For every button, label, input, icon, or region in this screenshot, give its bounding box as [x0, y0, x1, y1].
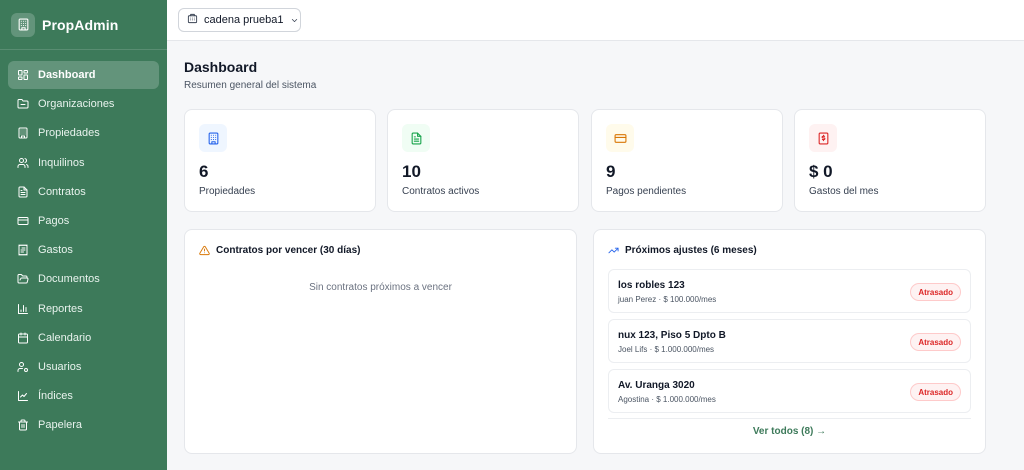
- status-badge: Atrasado: [910, 333, 961, 351]
- sidebar-item-label: Propiedades: [38, 127, 100, 140]
- sidebar-item-label: Dashboard: [38, 69, 96, 81]
- stat-card-propiedades[interactable]: 6 Propiedades: [184, 109, 376, 212]
- see-all-link[interactable]: Ver todos (8) →: [594, 426, 985, 437]
- sidebar-item-dashboard[interactable]: Dashboard: [8, 61, 159, 89]
- stat-card-pagos-pendientes[interactable]: 9 Pagos pendientes: [591, 109, 783, 212]
- organization-selector-label: cadena prueba1: [204, 14, 284, 26]
- adjustment-detail: juan Perez · $ 100.000/mes: [618, 295, 717, 304]
- sidebar-item-papelera[interactable]: Papelera: [8, 411, 159, 439]
- stat-label: Pagos pendientes: [606, 186, 687, 197]
- layout-dashboard-icon: [17, 69, 29, 81]
- list-item[interactable]: nux 123, Piso 5 Dpto B Joel Lifs · $ 1.0…: [608, 319, 971, 363]
- file-text-icon: [17, 186, 29, 198]
- user-cog-icon: [17, 361, 29, 373]
- stat-card-gastos-del-mes[interactable]: $ 0 Gastos del mes: [794, 109, 986, 212]
- brand-name: PropAdmin: [42, 16, 119, 33]
- credit-card-icon: [606, 124, 634, 152]
- upcoming-adjustments-panel: Próximos ajustes (6 meses) los robles 12…: [593, 229, 986, 454]
- adjustment-address: Av. Uranga 3020: [618, 380, 695, 391]
- building-icon: [187, 13, 198, 27]
- stat-value: $ 0: [809, 162, 833, 181]
- sidebar-item-calendario[interactable]: Calendario: [8, 324, 159, 352]
- list-item[interactable]: los robles 123 juan Perez · $ 100.000/me…: [608, 269, 971, 313]
- empty-state-message: Sin contratos próximos a vencer: [309, 282, 452, 293]
- panel-title: Próximos ajustes (6 meses): [608, 245, 757, 256]
- sidebar-item-label: Papelera: [38, 419, 83, 432]
- calendar-icon: [17, 332, 29, 344]
- sidebar-item-indices[interactable]: Índices: [8, 382, 159, 410]
- sidebar-item-label: Pagos: [38, 214, 70, 227]
- brand: PropAdmin: [0, 0, 167, 50]
- sidebar-item-label: Índices: [38, 390, 73, 403]
- organization-selector[interactable]: cadena prueba1: [178, 8, 301, 32]
- sidebar-item-usuarios[interactable]: Usuarios: [8, 353, 159, 381]
- sidebar-item-propiedades[interactable]: Propiedades: [8, 119, 159, 147]
- panel-title-text: Próximos ajustes (6 meses): [625, 245, 757, 256]
- credit-card-icon: [17, 215, 29, 227]
- sidebar-item-label: Organizaciones: [38, 98, 115, 111]
- receipt-icon: [809, 124, 837, 152]
- sidebar-item-label: Gastos: [38, 244, 73, 257]
- sidebar-item-label: Documentos: [38, 273, 100, 286]
- stat-value: 6: [199, 162, 209, 181]
- stat-label: Contratos activos: [402, 186, 480, 197]
- topbar: cadena prueba1: [167, 0, 1024, 41]
- sidebar-item-label: Reportes: [38, 302, 83, 315]
- sidebar-item-inquilinos[interactable]: Inquilinos: [8, 149, 159, 177]
- status-badge: Atrasado: [910, 383, 961, 401]
- adjustment-address: los robles 123: [618, 280, 685, 291]
- sidebar-item-label: Contratos: [38, 185, 86, 198]
- sidebar-item-pagos[interactable]: Pagos: [8, 207, 159, 235]
- sidebar-item-gastos[interactable]: Gastos: [8, 236, 159, 264]
- trending-up-icon: [608, 247, 619, 254]
- chevron-down-icon: [290, 16, 299, 25]
- stat-value: 9: [606, 162, 616, 181]
- page-title: Dashboard: [184, 59, 258, 75]
- sidebar-item-documentos[interactable]: Documentos: [8, 265, 159, 293]
- folder-open-icon: [17, 273, 29, 285]
- receipt-icon: [17, 244, 29, 256]
- trash-icon: [17, 419, 29, 431]
- status-badge: Atrasado: [910, 283, 961, 301]
- building-icon: [199, 124, 227, 152]
- sidebar-item-label: Usuarios: [38, 360, 82, 373]
- stat-card-contratos-activos[interactable]: 10 Contratos activos: [387, 109, 579, 212]
- list-item[interactable]: Av. Uranga 3020 Agostina · $ 1.000.000/m…: [608, 369, 971, 413]
- adjustment-detail: Agostina · $ 1.000.000/mes: [618, 395, 716, 404]
- building-icon: [17, 127, 29, 139]
- stat-label: Gastos del mes: [809, 186, 879, 197]
- users-icon: [17, 157, 29, 169]
- bar-chart-icon: [17, 303, 29, 315]
- building-icon: [11, 12, 35, 37]
- sidebar-item-reportes[interactable]: Reportes: [8, 295, 159, 323]
- stat-label: Propiedades: [199, 186, 256, 197]
- expiring-contracts-panel: Contratos por vencer (30 días) Sin contr…: [184, 229, 577, 454]
- sidebar-item-contratos[interactable]: Contratos: [8, 178, 159, 206]
- sidebar: PropAdmin Dashboard Organizaciones Propi…: [0, 0, 167, 470]
- panel-title-text: Contratos por vencer (30 días): [216, 245, 361, 256]
- panel-title: Contratos por vencer (30 días): [199, 245, 360, 256]
- sidebar-item-organizaciones[interactable]: Organizaciones: [8, 90, 159, 118]
- sidebar-item-label: Inquilinos: [38, 156, 85, 169]
- page-subtitle: Resumen general del sistema: [184, 80, 317, 91]
- folder-icon: [17, 98, 29, 110]
- trending-up-icon: [17, 390, 29, 402]
- adjustment-address: nux 123, Piso 5 Dpto B: [618, 330, 726, 341]
- divider: [608, 418, 971, 419]
- adjustment-detail: Joel Lifs · $ 1.000.000/mes: [618, 345, 715, 354]
- alert-triangle-icon: [199, 245, 210, 256]
- file-text-icon: [402, 124, 430, 152]
- sidebar-item-label: Calendario: [38, 331, 92, 344]
- sidebar-nav: Dashboard Organizaciones Propiedades Inq…: [0, 50, 167, 439]
- stat-value: 10: [402, 162, 421, 181]
